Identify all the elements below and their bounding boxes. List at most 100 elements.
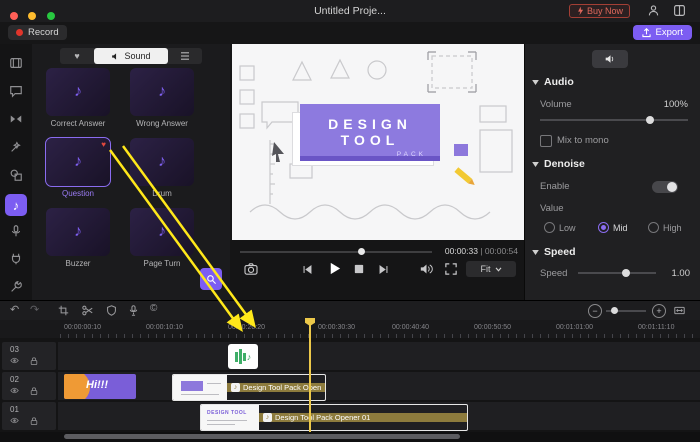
text-icon[interactable] xyxy=(9,84,23,98)
radio-low[interactable]: Low xyxy=(544,222,576,233)
undo-button[interactable]: ↶ xyxy=(10,305,19,316)
music-note-icon: ♪ xyxy=(158,223,166,240)
sound-item-wrong-answer[interactable]: ♪ xyxy=(130,68,194,116)
volume-slider-handle[interactable] xyxy=(646,116,654,124)
sound-tab-label: Sound xyxy=(124,51,151,61)
mini-title-card xyxy=(181,381,203,391)
favorites-tab[interactable]: ♥ xyxy=(60,48,94,64)
zoom-in-button[interactable]: + xyxy=(652,304,666,318)
sound-item-question-selected[interactable]: ♪ ♥ xyxy=(45,137,111,187)
time-separator: | xyxy=(477,246,485,256)
speed-section-header[interactable]: Speed xyxy=(532,246,576,258)
timeline-ruler[interactable]: 00:00:00:10 00:00:10:10 00:00:20:20 00:0… xyxy=(0,320,700,338)
plugin-icon[interactable] xyxy=(9,252,23,266)
eye-icon[interactable] xyxy=(10,417,19,424)
fit-dropdown[interactable]: Fit xyxy=(466,261,516,277)
speed-section-label: Speed xyxy=(544,246,576,258)
eye-icon[interactable] xyxy=(10,387,19,394)
fullscreen-icon[interactable] xyxy=(445,263,457,275)
stop-button[interactable] xyxy=(354,264,364,274)
titlebar: Untitled Proje... Buy Now xyxy=(0,0,700,23)
toolbar xyxy=(0,22,700,44)
music-note-icon: ♪ xyxy=(74,83,82,100)
workspace-icon[interactable] xyxy=(673,4,686,17)
media-icon[interactable] xyxy=(9,56,23,70)
sound-item-drum[interactable]: ♪ xyxy=(130,138,194,186)
record-dot-icon xyxy=(16,29,23,36)
sound-tab[interactable]: Sound xyxy=(94,48,168,64)
trim-button[interactable] xyxy=(58,305,69,316)
elements-icon[interactable] xyxy=(9,168,23,182)
track-header-01: 01 xyxy=(2,402,56,430)
fit-timeline-button[interactable] xyxy=(674,305,685,316)
audio-properties-tab[interactable] xyxy=(592,50,628,68)
seek-handle[interactable] xyxy=(358,248,365,255)
zoom-out-button[interactable]: − xyxy=(588,304,602,318)
ruler-label: 00:01:01:00 xyxy=(556,324,593,331)
sound-tabs: ♥ Sound xyxy=(60,48,202,64)
favorite-heart-icon[interactable]: ♥ xyxy=(101,140,106,149)
track-lane-03[interactable] xyxy=(58,342,700,370)
mask-button[interactable] xyxy=(106,305,117,316)
redo-button[interactable]: ↷ xyxy=(30,305,39,316)
audio-clip-question[interactable]: ♪ xyxy=(228,344,258,369)
eye-icon[interactable] xyxy=(10,357,19,364)
chevron-down-icon xyxy=(495,266,501,272)
collapse-arrow-icon xyxy=(532,161,539,167)
buy-now-button[interactable]: Buy Now xyxy=(568,4,630,18)
mic-button[interactable] xyxy=(128,305,139,316)
ruler-label: 00:01:11:10 xyxy=(638,324,675,331)
play-button[interactable] xyxy=(327,261,342,276)
next-frame-button[interactable] xyxy=(378,264,389,275)
effects-icon[interactable] xyxy=(9,140,23,154)
audio-section-label: Audio xyxy=(544,76,574,88)
sound-item-buzzer[interactable]: ♪ xyxy=(46,208,110,256)
radio-mid-selected[interactable]: Mid xyxy=(598,222,628,233)
denoise-section-header[interactable]: Denoise xyxy=(532,158,585,170)
account-icon[interactable] xyxy=(647,4,660,17)
speed-slider-handle[interactable] xyxy=(622,269,630,277)
clip-thumbnail: DESIGN TOOL xyxy=(201,405,259,430)
snapshot-button[interactable] xyxy=(244,263,258,275)
previous-frame-button[interactable] xyxy=(302,264,313,275)
copyright-button[interactable]: © xyxy=(150,304,157,314)
record-button[interactable]: Record xyxy=(8,25,67,40)
tools-icon[interactable] xyxy=(9,280,23,294)
clip-design-tool-pack-opener-01[interactable]: DESIGN TOOL ♪ Design Tool Pack Opener 01 xyxy=(200,404,468,431)
timeline-zoom-handle[interactable] xyxy=(611,307,618,314)
horizontal-scrollbar[interactable] xyxy=(64,434,460,439)
volume-icon[interactable] xyxy=(420,263,433,275)
playhead-line[interactable] xyxy=(309,320,311,432)
speed-value: 1.00 xyxy=(671,268,691,279)
current-time: 00:00:33 xyxy=(444,246,478,256)
voiceover-icon[interactable] xyxy=(9,224,23,238)
audio-section-header[interactable]: Audio xyxy=(532,76,574,88)
speed-label: Speed xyxy=(540,268,568,279)
export-button[interactable]: Export xyxy=(632,25,692,40)
speed-slider[interactable] xyxy=(578,272,656,274)
transition-icon[interactable] xyxy=(9,112,23,126)
mix-to-mono-checkbox[interactable] xyxy=(540,135,552,147)
list-view-tab[interactable] xyxy=(168,48,202,64)
lock-icon[interactable] xyxy=(30,387,38,395)
clip-design-tool-pack-open[interactable]: ♪ Design Tool Pack Open xyxy=(172,374,326,401)
lock-icon[interactable] xyxy=(30,417,38,425)
denoise-toggle[interactable] xyxy=(652,181,678,193)
radio-high[interactable]: High xyxy=(648,222,682,233)
split-button[interactable] xyxy=(82,305,93,316)
volume-slider[interactable] xyxy=(540,119,688,121)
heart-icon: ♥ xyxy=(74,51,80,61)
search-button[interactable] xyxy=(200,268,222,290)
lock-icon[interactable] xyxy=(30,357,38,365)
ruler-label: 00:00:50:50 xyxy=(474,324,511,331)
record-label: Record xyxy=(28,27,59,38)
sound-item-page-turn[interactable]: ♪ xyxy=(130,208,194,256)
clip-hi-thumbnail[interactable]: Hi!!! xyxy=(64,374,136,399)
search-icon xyxy=(206,274,216,284)
title-card[interactable]: DESIGN TOOL PACK xyxy=(300,104,440,158)
track-lane-02[interactable] xyxy=(58,372,700,400)
waveform-bar xyxy=(238,349,242,364)
audio-tab-active[interactable]: ♪ xyxy=(5,194,27,216)
sound-item-correct-answer[interactable]: ♪ xyxy=(46,68,110,116)
seek-bar[interactable] xyxy=(240,251,432,253)
